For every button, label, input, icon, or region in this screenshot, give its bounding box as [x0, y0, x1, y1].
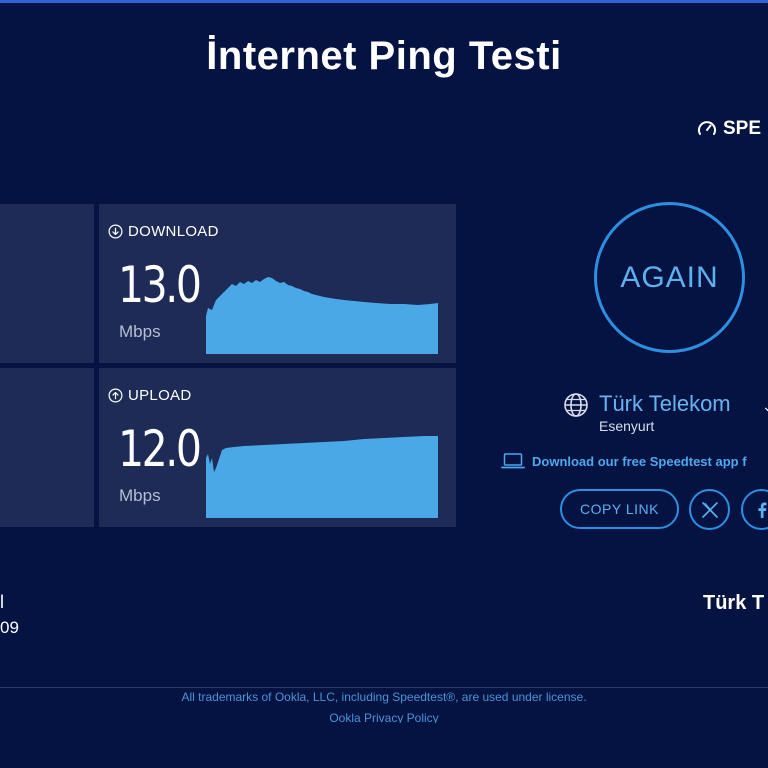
footer-divider [0, 687, 768, 688]
again-button[interactable]: AGAIN [594, 202, 745, 353]
left-edge-text: l [0, 592, 4, 612]
upload-value: 12.0 [118, 420, 202, 478]
speedtest-brand[interactable]: SPE [697, 118, 761, 140]
left-edge-number: 09 [0, 618, 19, 637]
speedometer-icon [698, 121, 716, 135]
app-download-label: Download our free Speedtest app f [532, 453, 747, 469]
download-arrow-icon [108, 224, 123, 239]
laptop-icon [501, 453, 525, 469]
facebook-icon [757, 502, 766, 518]
upload-arrow-icon [108, 388, 123, 403]
brand-label: SPE [723, 118, 762, 139]
download-panel: DOWNLOAD 13.0 Mbps [99, 204, 456, 363]
chevron-down-icon[interactable]: ⌄ [762, 398, 768, 415]
provider-info[interactable]: Türk Telekom Esenyurt [562, 391, 731, 435]
share-facebook-button[interactable] [741, 489, 768, 530]
upload-header: UPLOAD [108, 387, 192, 404]
app-download-link[interactable]: Download our free Speedtest app f [501, 452, 747, 470]
top-accent-bar [0, 0, 768, 3]
provider-name: Türk Telekom [599, 391, 731, 416]
copy-link-button[interactable]: COPY LINK [560, 489, 679, 529]
ping-panel [0, 204, 94, 363]
provider-location: Esenyurt [599, 418, 655, 434]
upload-unit: Mbps [119, 486, 161, 505]
page-title: İnternet Ping Testi [206, 34, 562, 78]
globe-icon [564, 393, 588, 417]
download-graph [206, 277, 438, 354]
trademark-notice: All trademarks of Ookla, LLC, including … [181, 690, 587, 704]
download-value: 13.0 [118, 256, 202, 314]
jitter-panel [0, 368, 94, 527]
upload-label: UPLOAD [128, 387, 192, 404]
download-label: DOWNLOAD [128, 223, 219, 240]
privacy-policy-link[interactable]: Ookla Privacy Policy [0, 711, 768, 723]
share-x-button[interactable] [689, 489, 730, 530]
download-header: DOWNLOAD [108, 223, 219, 240]
download-unit: Mbps [119, 322, 161, 341]
upload-panel: UPLOAD 12.0 Mbps [99, 368, 456, 527]
x-icon [701, 501, 718, 518]
right-edge-text: Türk T [703, 592, 765, 614]
upload-graph [206, 436, 438, 518]
